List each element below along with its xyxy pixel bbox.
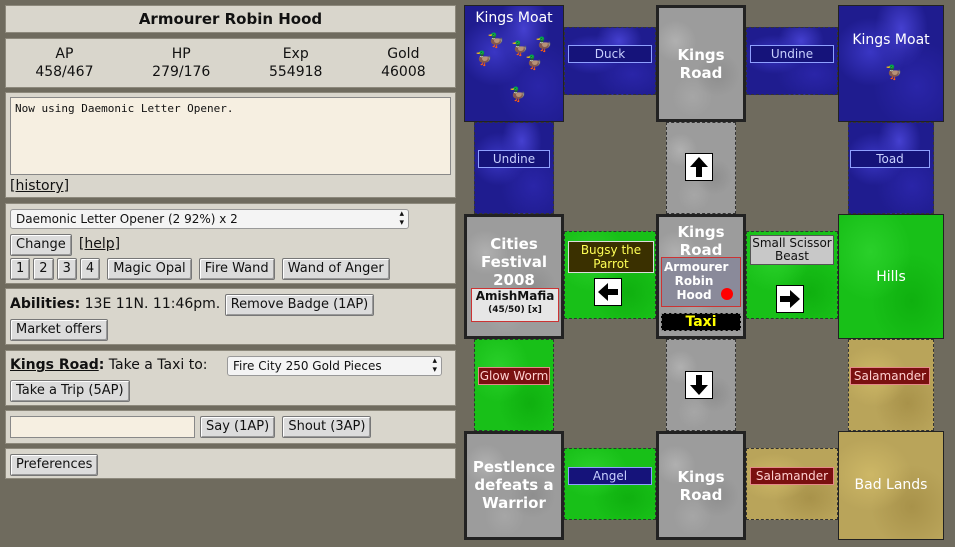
monster-glow-worm-label[interactable]: Glow Worm — [478, 367, 550, 385]
duck-icon: 🦆 — [475, 51, 493, 67]
player-marker[interactable]: Armourer Robin Hood — [661, 257, 741, 307]
player-dot-icon — [721, 288, 733, 300]
duck-icon: 🦆 — [525, 55, 543, 71]
magic-opal-button[interactable]: Magic Opal — [107, 258, 192, 280]
stats-panel: AP 458/467 HP 279/176 Exp 554918 Gold 46008 — [5, 38, 456, 88]
duck-icon: 🦆 — [509, 87, 527, 103]
select-arrows-icon: ▴ ▾ — [399, 209, 404, 228]
help-link[interactable]: [help] — [79, 236, 120, 252]
say-button[interactable]: Say (1AP) — [200, 416, 276, 438]
npc-bugsy-label[interactable]: Bugsy the Parrot — [568, 241, 654, 273]
monster-salamander-right-label[interactable]: Salamander — [850, 367, 930, 385]
monster-salamander-bottom-label[interactable]: Salamander — [750, 467, 834, 485]
map-tile-hills[interactable]: Hills — [838, 214, 944, 339]
slot-2-button[interactable]: 2 — [33, 258, 54, 280]
map-tile-pestlence[interactable]: Pestlence defeats a Warrior — [464, 431, 564, 540]
remove-badge-button[interactable]: Remove Badge (1AP) — [224, 294, 375, 316]
history-link[interactable]: [history] — [10, 178, 69, 194]
log-panel: Now using Daemonic Letter Opener. [histo… — [5, 92, 456, 198]
map-tile-bad-lands[interactable]: Bad Lands — [838, 431, 944, 540]
left-arrow-icon[interactable] — [594, 278, 622, 306]
duck-icon: 🦆 — [511, 41, 529, 57]
change-button[interactable]: Change — [10, 234, 72, 256]
slot-1-button[interactable]: 1 — [10, 258, 31, 280]
map-tile-kings-road-s[interactable]: Kings Road — [656, 431, 746, 540]
map-tile-kings-road-center[interactable]: Kings Road Armourer Robin Hood Taxi — [656, 214, 746, 339]
log-text: Now using Daemonic Letter Opener. — [15, 102, 234, 115]
right-arrow-icon[interactable] — [776, 285, 804, 313]
map-connector-toad[interactable] — [848, 122, 934, 214]
map-tile-kings-moat-ne[interactable]: Kings Moat 🦆 — [838, 5, 944, 122]
map-connector-salamander-right[interactable] — [848, 339, 934, 431]
shout-button[interactable]: Shout (3AP) — [282, 416, 372, 438]
stat-hp: HP 279/176 — [152, 46, 211, 80]
character-title: Armourer Robin Hood — [138, 10, 323, 28]
map-connector-glow-worm[interactable] — [474, 339, 554, 431]
select-arrows-icon: ▴ ▾ — [432, 356, 437, 375]
weapon-panel: Daemonic Letter Opener (2 92%) x 2 ▴ ▾ Ch… — [5, 203, 456, 284]
taxi-prompt: Take a Taxi to: — [108, 357, 208, 373]
prefs-panel: Preferences — [5, 448, 456, 479]
taxi-destination-select[interactable]: Fire City 250 Gold Pieces ▴ ▾ — [227, 356, 442, 376]
chat-input[interactable] — [10, 416, 195, 438]
fire-wand-button[interactable]: Fire Wand — [198, 258, 275, 280]
slot-4-button[interactable]: 4 — [79, 258, 101, 280]
up-arrow-icon[interactable] — [685, 153, 713, 181]
monster-duck-label[interactable]: Duck — [568, 45, 652, 63]
map-tile-kings-moat-nw[interactable]: Kings Moat 🦆 🦆 🦆 🦆 🦆 🦆 — [464, 5, 564, 122]
enemy-amishmafia[interactable]: AmishMafia (45/50) [x] — [471, 288, 559, 322]
abilities-panel: Abilities: 13E 11N. 11:46pm. Remove Badg… — [5, 288, 456, 345]
chat-panel: Say (1AP) Shout (3AP) — [5, 410, 456, 444]
wand-of-anger-button[interactable]: Wand of Anger — [281, 258, 390, 280]
game-map: Kings Moat 🦆 🦆 🦆 🦆 🦆 🦆 Kings Road Kings … — [464, 5, 944, 540]
weapon-select[interactable]: Daemonic Letter Opener (2 92%) x 2 ▴ ▾ — [10, 209, 409, 229]
stat-ap: AP 458/467 — [35, 46, 94, 80]
map-tile-cities-festival[interactable]: Cities Festival 2008 AmishMafia (45/50) … — [464, 214, 564, 339]
location-link[interactable]: Kings Road — [10, 357, 99, 373]
abilities-text: 13E 11N. 11:46pm. — [84, 296, 221, 312]
taxi-panel: Kings Road: Take a Taxi to: Fire City 25… — [5, 350, 456, 406]
duck-icon: 🦆 — [885, 65, 903, 81]
duck-icon: 🦆 — [535, 37, 553, 53]
slot-3-button[interactable]: 3 — [56, 258, 77, 280]
take-trip-button[interactable]: Take a Trip (5AP) — [10, 380, 130, 402]
map-tile-kings-road-n[interactable]: Kings Road — [656, 5, 746, 122]
stat-exp: Exp 554918 — [268, 46, 323, 80]
market-offers-button[interactable]: Market offers — [10, 319, 108, 341]
stat-gold: Gold 46008 — [381, 46, 426, 80]
monster-undine-top-label[interactable]: Undine — [750, 45, 834, 63]
abilities-label: Abilities: — [10, 296, 81, 312]
down-arrow-icon[interactable] — [685, 371, 713, 399]
monster-scissor-label[interactable]: Small Scissor Beast — [750, 235, 834, 265]
title-panel: Armourer Robin Hood — [5, 5, 456, 33]
preferences-button[interactable]: Preferences — [10, 454, 99, 476]
monster-toad-label[interactable]: Toad — [850, 150, 930, 168]
map-connector-undine-left[interactable] — [474, 122, 554, 214]
monster-undine-left-label[interactable]: Undine — [478, 150, 550, 168]
monster-angel-label[interactable]: Angel — [568, 467, 652, 485]
duck-icon: 🦆 — [487, 33, 505, 49]
message-log[interactable]: Now using Daemonic Letter Opener. — [10, 97, 451, 175]
taxi-label[interactable]: Taxi — [661, 313, 741, 331]
